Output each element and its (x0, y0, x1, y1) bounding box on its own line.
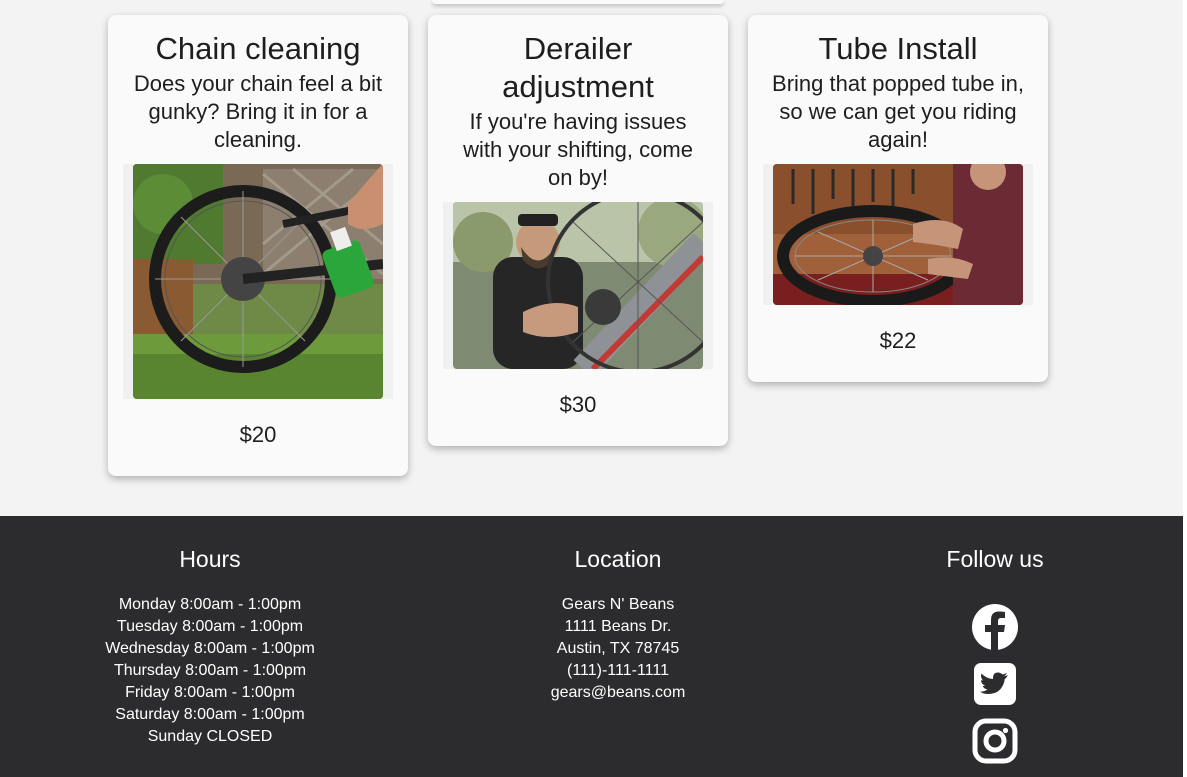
card-image-frame (763, 164, 1033, 305)
card-image-frame (123, 164, 393, 399)
card-description: Bring that popped tube in, so we can get… (772, 71, 1024, 152)
hours-line: Saturday 8:00am - 1:00pm (115, 706, 305, 723)
card-title: Tube Install (818, 31, 978, 66)
service-card-chain-cleaning: Chain cleaning Does your chain feel a bi… (108, 15, 408, 476)
follow-heading: Follow us (946, 546, 1044, 572)
tube-install-photo (773, 164, 1023, 305)
previous-card-edge (432, 0, 724, 4)
hours-list: Monday 8:00am - 1:00pm Tuesday 8:00am - … (60, 594, 360, 748)
hours-line: Monday 8:00am - 1:00pm (118, 596, 302, 613)
card-price: $30 (559, 392, 597, 417)
chain-cleaning-photo (133, 164, 383, 399)
card-price: $20 (239, 422, 277, 447)
instagram-icon (972, 718, 1018, 764)
hours-line: Wednesday 8:00am - 1:00pm (105, 640, 315, 657)
scrollbar[interactable] (1183, 0, 1187, 777)
card-title: Chain cleaning (155, 31, 361, 66)
twitter-link[interactable] (971, 660, 1019, 708)
instagram-link[interactable] (971, 717, 1019, 765)
derailer-adjustment-photo (453, 202, 703, 369)
card-title: Derailer adjustment (502, 31, 654, 104)
email-address: gears@beans.com (550, 684, 686, 701)
service-card-tube-install: Tube Install Bring that popped tube in, … (748, 15, 1048, 382)
page: Chain cleaning Does your chain feel a bi… (0, 0, 1187, 777)
street-address: 1111 Beans Dr. (564, 618, 672, 635)
card-image-frame (443, 202, 713, 369)
phone-number: (111)-111-1111 (567, 662, 669, 679)
hours-line: Tuesday 8:00am - 1:00pm (116, 618, 304, 635)
location-list: Gears N' Beans 1111 Beans Dr. Austin, TX… (468, 594, 768, 704)
service-card-derailer-adjustment: Derailer adjustment If you're having iss… (428, 15, 728, 446)
location-heading: Location (574, 546, 662, 572)
facebook-link[interactable] (971, 603, 1019, 651)
card-price: $22 (879, 328, 917, 353)
facebook-icon (972, 604, 1018, 650)
hours-heading: Hours (179, 546, 241, 572)
city-state-zip: Austin, TX 78745 (556, 640, 680, 657)
card-description: Does your chain feel a bit gunky? Bring … (133, 71, 383, 152)
twitter-icon (974, 663, 1016, 705)
hours-line: Sunday CLOSED (147, 728, 273, 745)
footer: Hours Monday 8:00am - 1:00pm Tuesday 8:0… (0, 516, 1183, 777)
card-description: If you're having issues with your shifti… (463, 109, 693, 190)
hours-line: Friday 8:00am - 1:00pm (125, 684, 295, 701)
hours-line: Thursday 8:00am - 1:00pm (113, 662, 307, 679)
business-name: Gears N' Beans (561, 596, 675, 613)
